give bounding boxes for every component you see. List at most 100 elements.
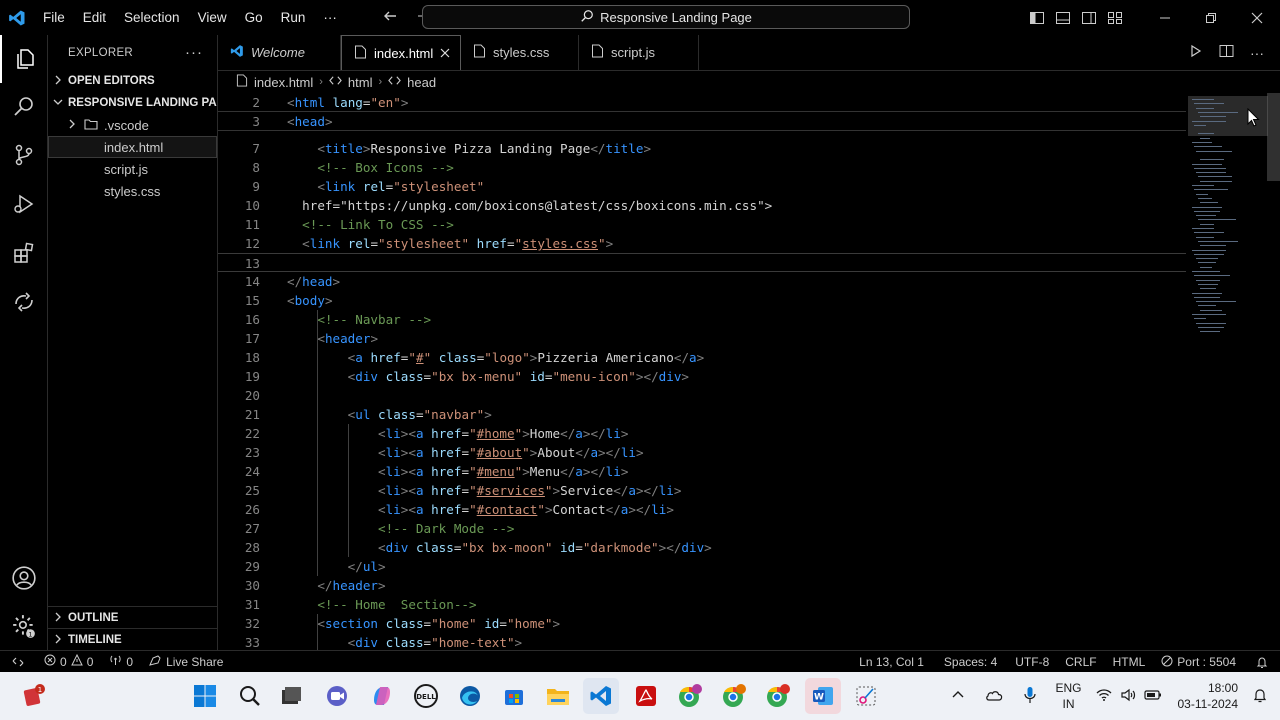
code-line[interactable]: 15 <body> bbox=[218, 291, 1188, 310]
code-line[interactable]: 27 <!-- Dark Mode --> bbox=[218, 519, 1188, 538]
code-line[interactable]: 32 <section class="home" id="home"> bbox=[218, 614, 1188, 633]
clock[interactable]: 18:00 03-11-2024 bbox=[1168, 680, 1249, 712]
code-line[interactable]: 16 <!-- Navbar --> bbox=[218, 310, 1188, 329]
project-folder-section[interactable]: RESPONSIVE LANDING PA... bbox=[48, 92, 217, 114]
source-control-icon[interactable] bbox=[0, 131, 48, 179]
chevron-up-icon[interactable] bbox=[941, 688, 975, 705]
menu-file[interactable]: File bbox=[34, 0, 74, 35]
microphone-icon[interactable] bbox=[1013, 686, 1047, 707]
file-explorer-icon[interactable] bbox=[540, 678, 576, 714]
code-line[interactable]: 8 <!-- Box Icons --> bbox=[218, 158, 1188, 177]
code-line[interactable]: 21 <ul class="navbar"> bbox=[218, 405, 1188, 424]
live-server-port[interactable]: Port : 5504 bbox=[1153, 651, 1244, 673]
code-line[interactable]: 13 bbox=[218, 253, 1186, 272]
sticky-code-line[interactable]: 2 <html lang="en"> bbox=[218, 93, 1186, 112]
snipping-tool-icon[interactable] bbox=[848, 678, 884, 714]
code-line[interactable]: 30 </header> bbox=[218, 576, 1188, 595]
code-line[interactable]: 10 href="https://unpkg.com/boxicons@late… bbox=[218, 196, 1188, 215]
breadcrumb-item[interactable]: html bbox=[348, 75, 373, 90]
back-arrow-icon[interactable] bbox=[382, 8, 398, 27]
breadcrumb-item[interactable]: head bbox=[407, 75, 436, 90]
chrome-profile-3-icon[interactable] bbox=[760, 678, 796, 714]
problems-indicator[interactable]: 0 0 bbox=[36, 651, 101, 673]
search-activity-icon[interactable] bbox=[0, 82, 48, 130]
code-line[interactable]: 22 <li><a href="#home">Home</a></li> bbox=[218, 424, 1188, 443]
task-view-icon[interactable] bbox=[273, 678, 309, 714]
tree-item-styles-css[interactable]: styles.css bbox=[48, 180, 217, 202]
open-editors-section[interactable]: OPEN EDITORS bbox=[48, 70, 217, 92]
menu-view[interactable]: View bbox=[189, 0, 236, 35]
close-window-icon[interactable] bbox=[1234, 0, 1280, 35]
code-line[interactable]: 17 <header> bbox=[218, 329, 1188, 348]
edge-browser-icon[interactable] bbox=[452, 678, 488, 714]
code-line[interactable]: 9 <link rel="stylesheet" bbox=[218, 177, 1188, 196]
live-share-button[interactable]: Live Share bbox=[141, 651, 231, 673]
menu-go[interactable]: Go bbox=[236, 0, 272, 35]
code-editor[interactable]: 2<html lang="en">3<head> <meta name="vie… bbox=[218, 93, 1280, 650]
extensions-icon[interactable] bbox=[0, 229, 48, 277]
code-line[interactable]: 29 </ul> bbox=[218, 557, 1188, 576]
run-play-icon[interactable] bbox=[1183, 44, 1209, 61]
toggle-primary-sidebar-icon[interactable] bbox=[1024, 0, 1050, 35]
code-line[interactable]: 28 <div class="bx bx-moon" id="darkmode"… bbox=[218, 538, 1188, 557]
taskbar-search-icon[interactable] bbox=[232, 678, 268, 714]
manage-gear-icon[interactable]: 1 bbox=[0, 602, 48, 650]
remote-indicator-icon[interactable] bbox=[0, 651, 36, 673]
notifications-icon[interactable] bbox=[1248, 687, 1280, 706]
quick-settings[interactable] bbox=[1090, 688, 1168, 705]
sticky-code-line[interactable]: 3 <head> bbox=[218, 112, 1186, 131]
tree-item-script-js[interactable]: script.js bbox=[48, 158, 217, 180]
account-icon[interactable] bbox=[0, 554, 48, 602]
remote-explorer-icon[interactable] bbox=[0, 278, 48, 326]
end-of-line[interactable]: CRLF bbox=[1057, 651, 1104, 673]
indentation[interactable]: Spaces: 4 bbox=[934, 651, 1007, 673]
timeline-section[interactable]: TIMELINE bbox=[48, 629, 218, 651]
code-line[interactable]: 24 <li><a href="#menu">Menu</a></li> bbox=[218, 462, 1188, 481]
toggle-panel-icon[interactable] bbox=[1050, 0, 1076, 35]
split-editor-icon[interactable] bbox=[1213, 44, 1240, 61]
code-line[interactable]: 23 <li><a href="#about">About</a></li> bbox=[218, 443, 1188, 462]
microsoft-store-icon[interactable] bbox=[496, 678, 532, 714]
widgets-icon[interactable]: 1 bbox=[16, 678, 52, 714]
customize-layout-icon[interactable] bbox=[1102, 0, 1128, 35]
breadcrumb-item[interactable]: index.html bbox=[254, 75, 313, 90]
encoding[interactable]: UTF-8 bbox=[1007, 651, 1057, 673]
copilot-icon[interactable] bbox=[364, 678, 400, 714]
code-line[interactable]: 7 <title>Responsive Pizza Landing Page</… bbox=[218, 139, 1188, 158]
code-line[interactable]: 33 <div class="home-text"> bbox=[218, 633, 1188, 650]
tab-script-js[interactable]: script.js bbox=[579, 35, 699, 70]
tab-styles-css[interactable]: styles.css bbox=[461, 35, 579, 70]
more-actions-icon[interactable]: ··· bbox=[1244, 45, 1270, 61]
code-line[interactable]: 31 <!-- Home Section--> bbox=[218, 595, 1188, 614]
acrobat-icon[interactable] bbox=[628, 678, 664, 714]
menu-run[interactable]: Run bbox=[272, 0, 315, 35]
word-icon[interactable]: W bbox=[805, 678, 841, 714]
code-line[interactable]: 14 </head> bbox=[218, 272, 1188, 291]
cursor-position[interactable]: Ln 13, Col 1 bbox=[849, 651, 934, 673]
code-line[interactable]: 19 <div class="bx bx-menu" id="menu-icon… bbox=[218, 367, 1188, 386]
run-debug-icon[interactable] bbox=[0, 180, 48, 228]
ports-indicator[interactable]: 0 bbox=[101, 651, 141, 673]
start-windows-icon[interactable] bbox=[187, 678, 223, 714]
close-tab-icon[interactable] bbox=[440, 46, 450, 61]
notifications-bell-icon[interactable] bbox=[1244, 651, 1280, 673]
code-line[interactable]: 11 <!-- Link To CSS --> bbox=[218, 215, 1188, 234]
code-line[interactable]: 20 bbox=[218, 386, 1188, 405]
menu-selection[interactable]: Selection bbox=[115, 0, 189, 35]
input-language[interactable]: ENG IN bbox=[1047, 680, 1089, 712]
code-line[interactable]: 25 <li><a href="#services">Service</a></… bbox=[218, 481, 1188, 500]
vscode-taskbar-icon[interactable] bbox=[583, 678, 619, 714]
teams-meet-icon[interactable] bbox=[319, 678, 355, 714]
restore-icon[interactable] bbox=[1188, 0, 1234, 35]
outline-section[interactable]: OUTLINE bbox=[48, 607, 218, 629]
tab-index-html[interactable]: index.html bbox=[341, 35, 461, 70]
onedrive-cloud-icon[interactable] bbox=[975, 688, 1013, 705]
chrome-profile-2-icon[interactable] bbox=[716, 678, 752, 714]
tree-item-vscode-folder[interactable]: .vscode bbox=[48, 114, 217, 136]
code-line[interactable]: 26 <li><a href="#contact">Contact</a></l… bbox=[218, 500, 1188, 519]
tab-welcome[interactable]: Welcome bbox=[218, 35, 341, 70]
chrome-profile-1-icon[interactable] bbox=[672, 678, 708, 714]
minimap[interactable] bbox=[1188, 93, 1268, 650]
menu-edit[interactable]: Edit bbox=[74, 0, 115, 35]
tree-item-index-html[interactable]: index.html bbox=[48, 136, 217, 158]
